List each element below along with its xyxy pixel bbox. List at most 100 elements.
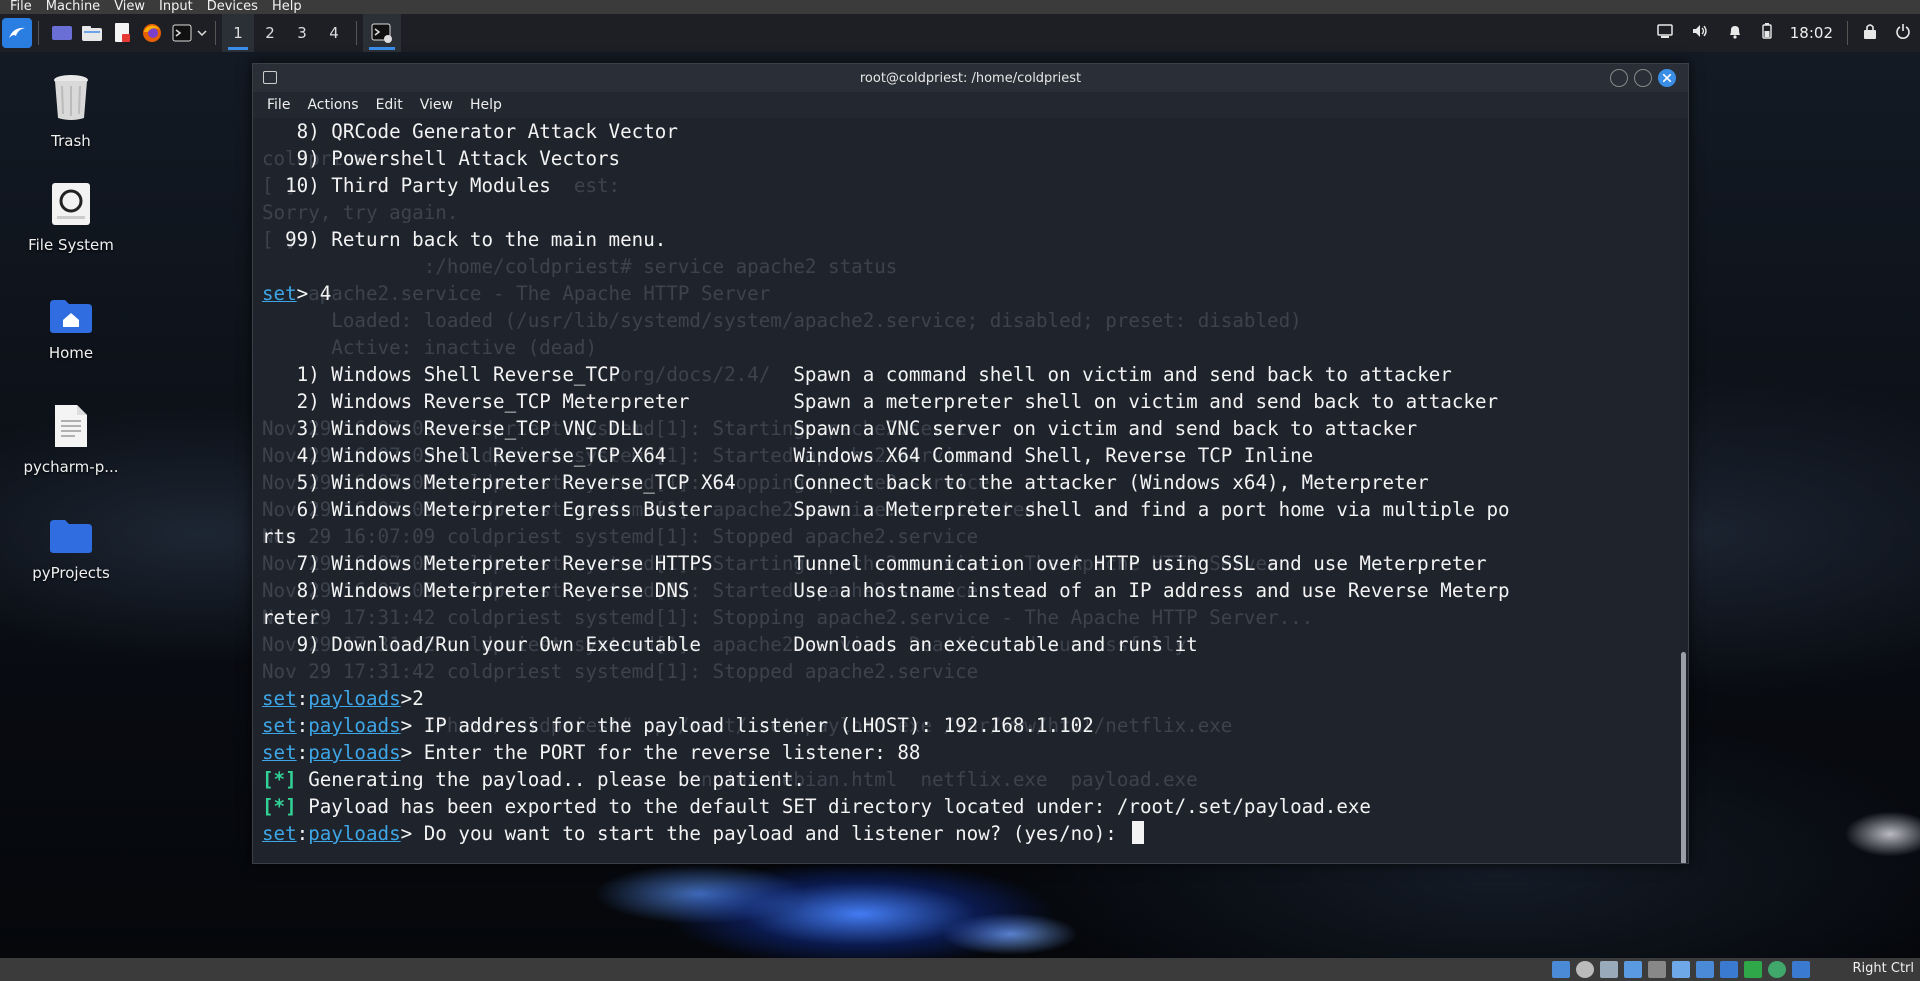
status-marker: [*] [262, 768, 297, 791]
desktop-item-label: pycharm-p... [23, 458, 119, 476]
line-text: 8) QRCode Generator Attack Vector [262, 120, 678, 143]
vbox-menu-machine[interactable]: Machine [46, 0, 100, 14]
vbox-statusbar: Right Ctrl [0, 958, 1920, 981]
terminal-line: 9) Download/Run your Own Executable Down… [262, 631, 1510, 658]
workspace-4[interactable]: 4 [318, 14, 350, 52]
desktop-item-label: Home [48, 344, 94, 362]
terminal-line: 8) QRCode Generator Attack Vector [262, 118, 1510, 145]
desktop-item-pycharm[interactable]: pycharm-p... [11, 404, 131, 476]
line-text: 2) Windows Reverse_TCP Meterpreter Spawn… [262, 390, 1499, 413]
bell-icon[interactable] [1727, 23, 1743, 43]
vbox-menu-input[interactable]: Input [159, 0, 193, 14]
terminal-menu-view[interactable]: View [420, 97, 453, 113]
firefox-icon[interactable] [139, 20, 165, 46]
terminal-icon[interactable] [169, 20, 195, 46]
vbox-menu-devices[interactable]: Devices [207, 0, 258, 14]
terminal-titlebar[interactable]: root@coldpriest: /home/coldpriest [253, 64, 1688, 92]
line-text: : [296, 714, 309, 737]
battery-icon[interactable] [1761, 23, 1773, 43]
terminal-menu-actions[interactable]: Actions [307, 97, 358, 113]
panel-separator [215, 21, 216, 45]
text-editor-icon[interactable] [109, 20, 135, 46]
lock-icon[interactable] [1863, 23, 1877, 43]
close-button[interactable] [1658, 69, 1676, 87]
terminal-window[interactable]: root@coldpriest: /home/coldpriest File A… [252, 63, 1689, 864]
maximize-button[interactable] [1634, 69, 1652, 87]
line-text: 6) Windows Meterpreter Egress Buster Spa… [262, 498, 1510, 521]
line-text: 9) Download/Run your Own Executable Down… [262, 633, 1198, 656]
workspace-1[interactable]: 1 [222, 14, 254, 52]
prompt-token: set [262, 714, 297, 737]
desktop-item-file-system[interactable]: File System [11, 182, 131, 254]
chevron-down-icon[interactable] [195, 20, 209, 46]
keyboard-capture-icon[interactable] [1792, 961, 1810, 978]
usb-icon[interactable] [1648, 961, 1666, 978]
line-text: 4) Windows Shell Reverse_TCP X64 Windows… [262, 444, 1314, 467]
desktop-item-home[interactable]: Home [11, 298, 131, 362]
display-status-icon[interactable] [1696, 961, 1714, 978]
terminal-line: 8) Windows Meterpreter Reverse DNS Use a… [262, 577, 1510, 604]
kali-menu-icon[interactable] [2, 18, 32, 48]
shared-folders-icon[interactable] [1672, 961, 1690, 978]
close-icon [1663, 74, 1671, 82]
line-text: Payload has been exported to the default… [296, 795, 1371, 818]
files-icon[interactable] [79, 20, 105, 46]
panel-separator [38, 21, 39, 45]
terminal-task-icon[interactable] [363, 14, 401, 52]
display-icon[interactable] [1657, 24, 1673, 42]
cpu-icon[interactable] [1744, 961, 1762, 978]
network-icon[interactable] [1624, 961, 1642, 978]
prompt-token: payloads [308, 714, 401, 737]
panel-separator [1847, 21, 1848, 45]
volume-icon[interactable] [1691, 23, 1709, 43]
desktop-item-label: pyProjects [32, 564, 110, 582]
home-folder-icon [50, 300, 92, 333]
terminal-menu-help[interactable]: Help [470, 97, 502, 113]
terminal-menu-file[interactable]: File [267, 97, 290, 113]
hard-disk-icon[interactable] [1552, 961, 1570, 978]
vbox-menu-help[interactable]: Help [272, 0, 302, 14]
line-text: reter [262, 606, 320, 629]
prompt-token: set [262, 687, 297, 710]
workspace-3[interactable]: 3 [286, 14, 318, 52]
panel-separator [356, 21, 357, 45]
line-text: : [296, 822, 309, 845]
desktop-item-trash[interactable]: Trash [11, 72, 131, 150]
audio-icon[interactable] [1600, 961, 1618, 978]
line-text: 1) Windows Shell Reverse_TCP Spawn a com… [262, 363, 1452, 386]
mouse-integration-icon[interactable] [1768, 961, 1786, 978]
terminal-scrollbar[interactable] [1681, 652, 1686, 863]
vbox-menu-view[interactable]: View [114, 0, 145, 14]
status-marker: [*] [262, 795, 297, 818]
terminal-line: rts [262, 523, 1510, 550]
terminal-line: 2) Windows Reverse_TCP Meterpreter Spawn… [262, 388, 1510, 415]
window-title: root@coldpriest: /home/coldpriest [859, 70, 1082, 86]
prompt-token: set [262, 741, 297, 764]
line-text: > 4 [296, 282, 332, 305]
power-icon[interactable] [1895, 23, 1911, 43]
line-text: rts [262, 525, 297, 548]
line-text: 9) Powershell Attack Vectors [262, 147, 621, 170]
terminal-line: reter [262, 604, 1510, 631]
optical-drive-icon[interactable] [1576, 961, 1594, 978]
prompt-token: set [262, 822, 297, 845]
desktop-icon[interactable] [49, 20, 75, 46]
clock[interactable]: 18:02 [1790, 24, 1833, 42]
vbox-menu-file[interactable]: File [10, 0, 32, 14]
workspace-2[interactable]: 2 [254, 14, 286, 52]
terminal-output[interactable]: coldpriest[ ] est: Sorry, try again.[ ] :… [253, 118, 1688, 863]
minimize-button[interactable] [1610, 69, 1628, 87]
recording-icon[interactable] [1720, 961, 1738, 978]
terminal-line: set:payloads> Enter the PORT for the rev… [262, 739, 1510, 766]
drive-icon [52, 183, 90, 225]
desktop-item-pyprojects[interactable]: pyProjects [11, 518, 131, 582]
text-cursor [1132, 821, 1145, 844]
terminal-line: [*] Payload has been exported to the def… [262, 793, 1510, 820]
terminal-menu-edit[interactable]: Edit [376, 97, 403, 113]
line-text: : [296, 687, 309, 710]
terminal-line: set> 4 [262, 280, 1510, 307]
host-key-label: Right Ctrl [1852, 961, 1915, 976]
